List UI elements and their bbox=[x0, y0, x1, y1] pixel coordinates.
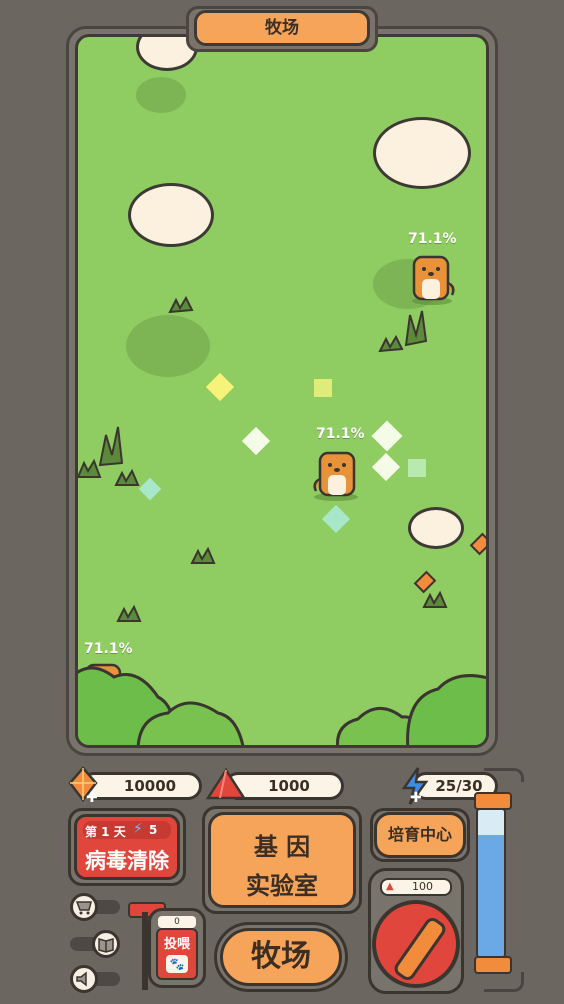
cart-icon bbox=[75, 901, 92, 915]
sound-button[interactable] bbox=[70, 965, 98, 993]
pet-dog[interactable] bbox=[408, 253, 456, 305]
dog-icon bbox=[313, 451, 358, 501]
pet-progress-label: 71.1% bbox=[316, 426, 365, 442]
crystal-counter: 10000 bbox=[80, 772, 202, 800]
ranch-button[interactable]: 牧场 bbox=[220, 928, 342, 986]
gem-icon: ▲ bbox=[386, 881, 394, 892]
virus-clear-label: 病毒清除 bbox=[85, 849, 169, 873]
dog-icon bbox=[412, 255, 455, 305]
water-tank bbox=[476, 808, 506, 958]
pipe-top bbox=[484, 768, 524, 782]
lightning-icon: ⚡ bbox=[133, 821, 143, 837]
feed-label: 投喂 bbox=[163, 937, 190, 952]
gacha-cost: 100 bbox=[412, 880, 433, 893]
add-energy-icon[interactable]: ✚ bbox=[410, 790, 422, 806]
ranch-field[interactable]: 71.1% 71.1% 71.1% bbox=[75, 34, 489, 748]
page-title: 牧场 bbox=[194, 10, 370, 46]
pipe-bottom bbox=[484, 972, 524, 992]
cost-display: ▲ 100 bbox=[380, 878, 452, 896]
water-fill bbox=[478, 834, 504, 956]
feed-button[interactable]: 投喂 🐾 bbox=[156, 928, 198, 980]
add-crystal-icon[interactable]: ✚ bbox=[86, 790, 98, 806]
gem-icon bbox=[206, 768, 246, 800]
feed-count: 0 bbox=[158, 916, 196, 928]
gene-lab-label-line2: 实验室 bbox=[246, 872, 318, 900]
book-icon bbox=[98, 938, 114, 953]
pet-progress-label: 71.1% bbox=[408, 231, 457, 247]
shop-button[interactable] bbox=[70, 893, 98, 921]
paw-icon: 🐾 bbox=[166, 955, 188, 973]
book-button[interactable] bbox=[92, 930, 120, 958]
breed-center-button[interactable]: 培育中心 bbox=[374, 812, 466, 858]
energy-cost: 5 bbox=[149, 823, 158, 837]
gene-lab-button[interactable]: 基 因 实验室 bbox=[208, 812, 356, 908]
speaker-icon bbox=[76, 971, 87, 987]
pet-dog[interactable] bbox=[310, 449, 360, 501]
gene-lab-label-line1: 基 因 bbox=[253, 833, 311, 861]
day-label: 第 1 天 bbox=[85, 825, 126, 839]
gacha-knob[interactable] bbox=[372, 900, 460, 988]
virus-clear-button[interactable]: 第 1 天 ⚡ 5 病毒清除 bbox=[74, 814, 180, 880]
bushes bbox=[78, 666, 486, 745]
